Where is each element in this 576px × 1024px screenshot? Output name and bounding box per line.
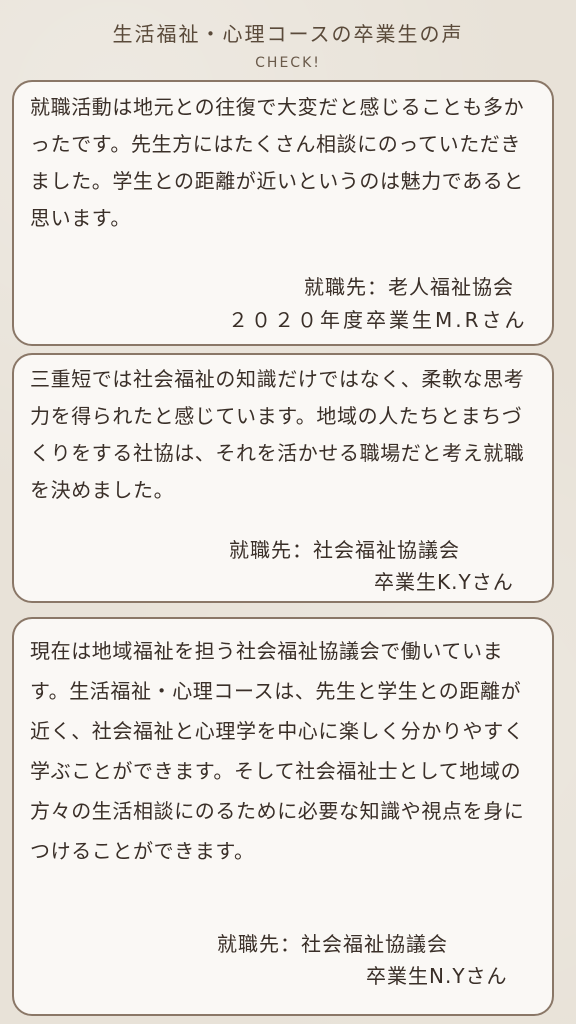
testimonial-card-2: 三重短では社会福祉の知識だけではなく、柔軟な思考力を得られたと感じています。地域… — [12, 353, 554, 603]
testimonial-card-3: 現在は地域福祉を担う社会福祉協議会で働いています。生活福祉・心理コースは、先生と… — [12, 617, 554, 1016]
testimonial-text: 現在は地域福祉を担う社会福祉協議会で働いています。生活福祉・心理コースは、先生と… — [30, 639, 525, 863]
testimonial-graduate: ２０２０年度卒業生M.Rさん — [228, 308, 528, 332]
testimonial-card-1: 就職活動は地元との往復で大変だと感じることも多かったです。先生方にはたくさん相談… — [12, 80, 554, 346]
testimonial-graduate: 卒業生N.Yさん — [366, 964, 508, 988]
testimonial-employer: 就職先：社会福祉協議会 — [229, 538, 460, 562]
page: 生活福祉・心理コースの卒業生の声 CHECK! 就職活動は地元との往復で大変だと… — [0, 0, 576, 1024]
testimonial-graduate: 卒業生K.Yさん — [374, 570, 514, 594]
testimonial-text: 就職活動は地元との往復で大変だと感じることも多かったです。先生方にはたくさん相談… — [30, 95, 525, 230]
page-subtitle: CHECK! — [255, 55, 321, 71]
page-title: 生活福祉・心理コースの卒業生の声 — [112, 22, 464, 46]
testimonial-employer: 就職先：老人福祉協会 — [304, 275, 514, 299]
testimonial-employer: 就職先：社会福祉協議会 — [217, 932, 448, 956]
testimonial-text: 三重短では社会福祉の知識だけではなく、柔軟な思考力を得られたと感じています。地域… — [30, 367, 525, 502]
